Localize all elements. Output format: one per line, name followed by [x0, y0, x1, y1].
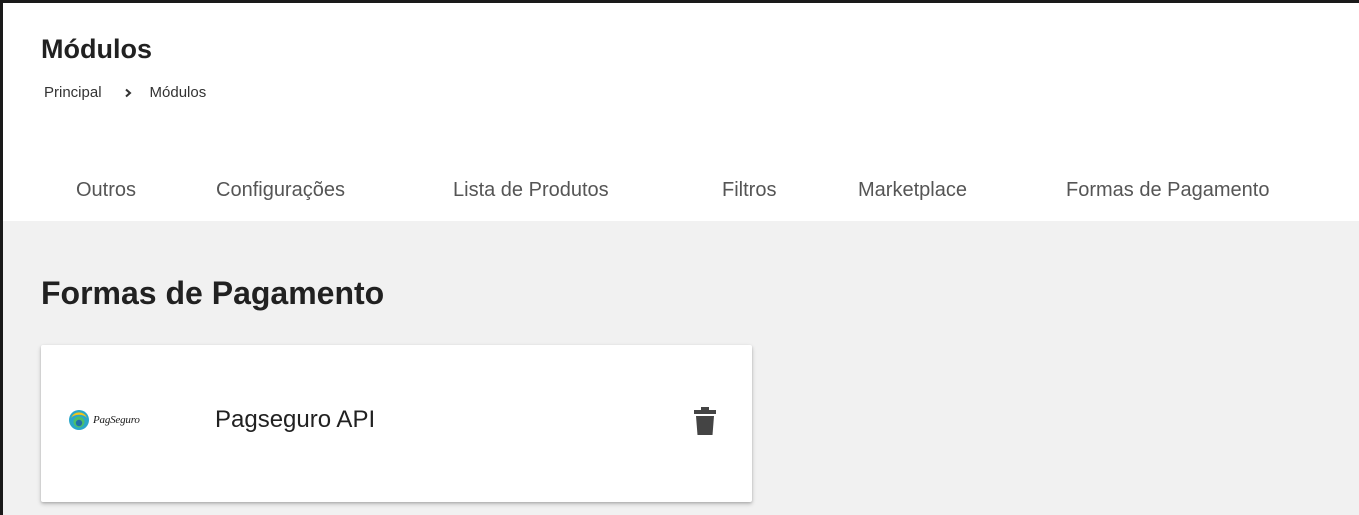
chevron-right-icon: [123, 88, 133, 98]
tab-marketplace[interactable]: Marketplace: [858, 167, 967, 213]
breadcrumb: Principal Módulos: [44, 83, 206, 103]
tab-formas-de-pagamento[interactable]: Formas de Pagamento: [1066, 167, 1269, 213]
page-title: Módulos: [41, 34, 152, 64]
breadcrumb-item-modulos: Módulos: [149, 84, 207, 101]
tab-lista-de-produtos[interactable]: Lista de Produtos: [453, 167, 609, 213]
page-header: Módulos Principal Módulos Outros Configu…: [3, 3, 1359, 221]
section-title: Formas de Pagamento: [41, 275, 385, 311]
module-card[interactable]: PagSeguro Pagseguro API: [41, 345, 752, 502]
pagseguro-logo-text: PagSeguro: [93, 414, 140, 426]
trash-icon: [694, 407, 716, 435]
delete-module-button[interactable]: [690, 403, 720, 439]
module-tabs: Outros Configurações Lista de Produtos F…: [3, 167, 1359, 217]
pagseguro-logo: PagSeguro: [68, 407, 140, 433]
tab-outros[interactable]: Outros: [76, 167, 136, 213]
app-window: Módulos Principal Módulos Outros Configu…: [0, 0, 1359, 515]
tab-filtros[interactable]: Filtros: [722, 167, 776, 213]
breadcrumb-item-principal[interactable]: Principal: [44, 83, 102, 103]
content-area: Formas de Pagamento PagSeguro Pagseguro …: [3, 221, 1359, 515]
tab-configuracoes[interactable]: Configurações: [216, 167, 345, 213]
pagseguro-logo-icon: [69, 410, 89, 430]
module-name: Pagseguro API: [215, 406, 376, 433]
